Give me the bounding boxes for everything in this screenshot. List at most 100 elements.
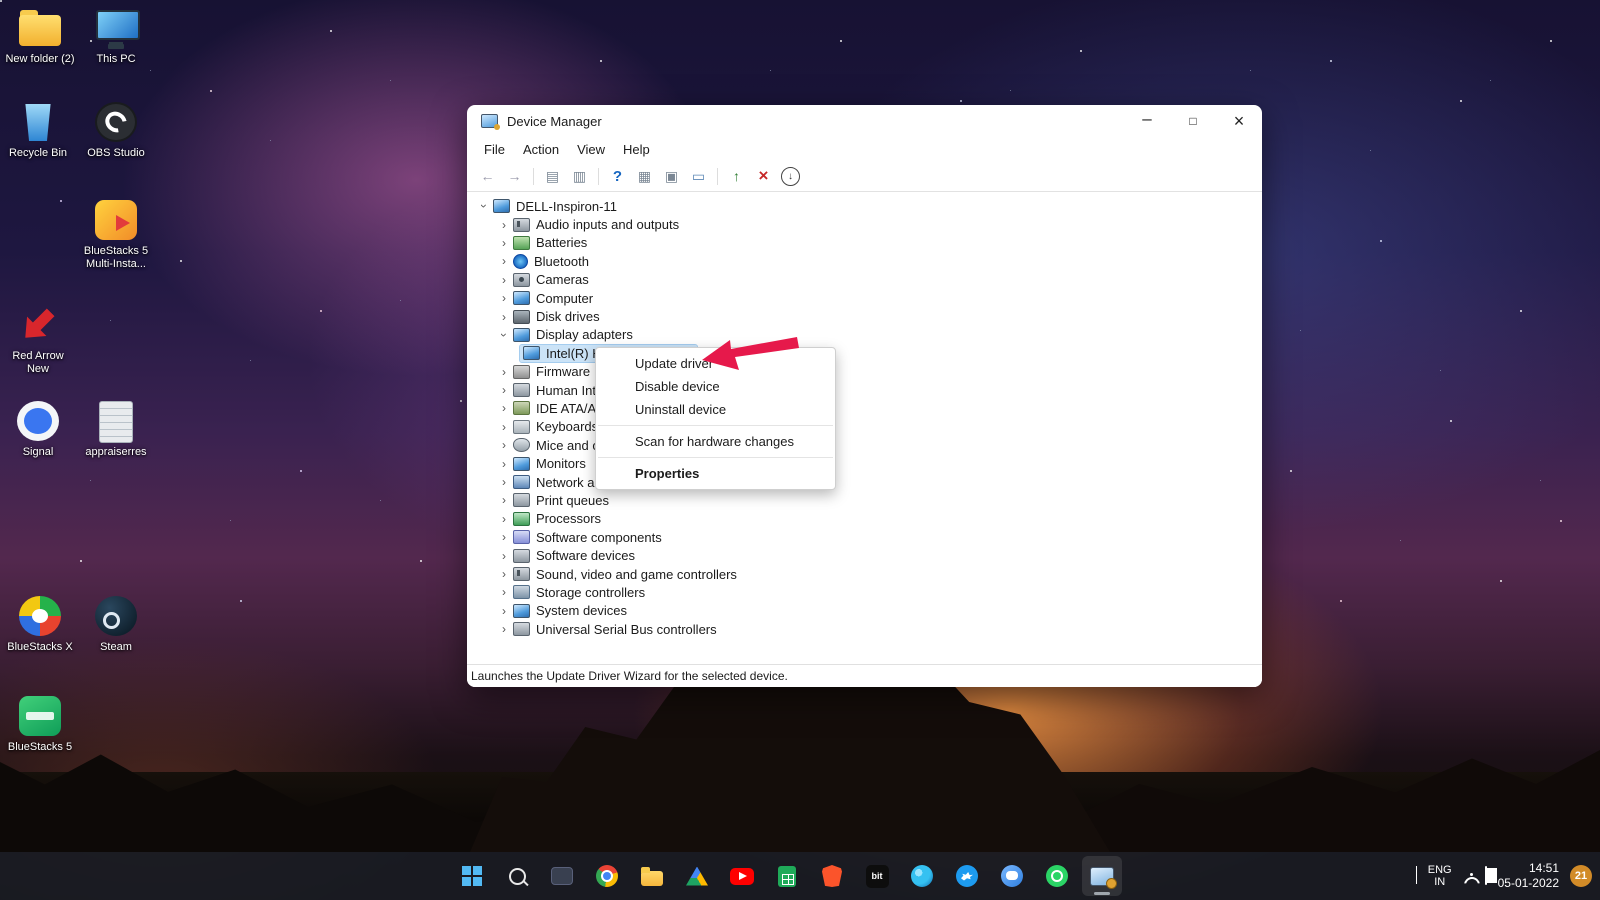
tree-item-bluetooth[interactable]: Bluetooth — [467, 252, 1262, 270]
chevron-right-icon[interactable] — [497, 401, 511, 415]
tree-item-usb-controllers[interactable]: Universal Serial Bus controllers — [467, 620, 1262, 638]
desktop-icon-bluestacks-5[interactable]: BlueStacks 5 — [2, 694, 78, 754]
chrome-button[interactable] — [587, 856, 627, 896]
start-button[interactable] — [452, 856, 492, 896]
tree-item-network-adapters[interactable]: Network adapters — [467, 473, 1262, 491]
tree-item-system-devices[interactable]: System devices — [467, 602, 1262, 620]
brave-button[interactable] — [812, 856, 852, 896]
chevron-right-icon[interactable] — [497, 549, 511, 563]
desktop-icon-steam[interactable]: Steam — [78, 594, 154, 654]
search-button[interactable] — [497, 856, 537, 896]
chevron-right-icon[interactable] — [497, 622, 511, 636]
chevron-right-icon[interactable] — [497, 291, 511, 305]
tree-item-mice[interactable]: Mice and other pointing devices — [467, 436, 1262, 454]
chevron-right-icon[interactable] — [497, 310, 511, 324]
chevron-right-icon[interactable] — [497, 236, 511, 250]
devices-by-type-icon[interactable] — [632, 165, 657, 188]
menu-item-scan-hardware-changes[interactable]: Scan for hardware changes — [596, 430, 835, 453]
chevron-right-icon[interactable] — [497, 585, 511, 599]
menu-action[interactable]: Action — [514, 140, 568, 159]
chevron-right-icon[interactable] — [497, 457, 511, 471]
uninstall-device-icon[interactable] — [751, 165, 776, 188]
chevron-right-icon[interactable] — [497, 475, 511, 489]
battery-button[interactable] — [1484, 866, 1487, 885]
google-drive-button[interactable] — [677, 856, 717, 896]
chevron-right-icon[interactable] — [497, 254, 511, 268]
whatsapp-button[interactable] — [1037, 856, 1077, 896]
desktop-icon-obs-studio[interactable]: OBS Studio — [78, 100, 154, 160]
language-switcher[interactable]: ENG IN — [1428, 864, 1452, 888]
menu-item-uninstall-device[interactable]: Uninstall device — [596, 398, 835, 421]
help-icon[interactable] — [605, 165, 630, 188]
tree-item-keyboards[interactable]: Keyboards — [467, 418, 1262, 436]
menu-view[interactable]: View — [568, 140, 614, 159]
close-button[interactable] — [1216, 105, 1262, 137]
console-tree-icon[interactable] — [540, 165, 565, 188]
chevron-right-icon[interactable] — [497, 512, 511, 526]
disable-device-icon[interactable] — [781, 166, 800, 186]
notification-center-button[interactable]: 21 — [1570, 865, 1592, 887]
chevron-right-icon[interactable] — [497, 567, 511, 581]
desktop-icon-red-arrow-new[interactable]: Red Arrow New — [0, 303, 76, 376]
tree-item-software-components[interactable]: Software components — [467, 528, 1262, 546]
desktop-icon-bluestacks-multi[interactable]: BlueStacks 5 Multi-Insta... — [78, 198, 154, 271]
chevron-right-icon[interactable] — [497, 530, 511, 544]
tree-item-batteries[interactable]: Batteries — [467, 234, 1262, 252]
tree-item-firmware[interactable]: Firmware — [467, 363, 1262, 381]
desktop-icon-recycle-bin[interactable]: Recycle Bin — [0, 100, 76, 160]
forward-icon[interactable] — [502, 165, 527, 188]
tree-item-storage-controllers[interactable]: Storage controllers — [467, 583, 1262, 601]
chevron-down-icon[interactable] — [477, 199, 491, 213]
tree-item-display-adapters[interactable]: Display adapters — [467, 326, 1262, 344]
maximize-button[interactable] — [1170, 105, 1216, 137]
tree-item-intel-hd-graphics[interactable]: Intel(R) HD Graphics 620 — [467, 343, 1262, 363]
tree-item-audio[interactable]: Audio inputs and outputs — [467, 215, 1262, 233]
scan-hardware-changes-icon[interactable] — [659, 165, 684, 188]
tree-root[interactable]: DELL-Inspiron-11 — [467, 197, 1262, 215]
clock[interactable]: 14:51 05-01-2022 — [1498, 861, 1559, 891]
back-icon[interactable] — [475, 165, 500, 188]
tree-item-human-interface-devices[interactable]: Human Interface Devices — [467, 381, 1262, 399]
chevron-right-icon[interactable] — [497, 273, 511, 287]
edge-button[interactable] — [902, 856, 942, 896]
youtube-button[interactable] — [722, 856, 762, 896]
menu-item-properties[interactable]: Properties — [596, 462, 835, 485]
task-view-button[interactable] — [542, 856, 582, 896]
device-manager-taskbar-button[interactable] — [1082, 856, 1122, 896]
chat-button[interactable] — [992, 856, 1032, 896]
tree-item-sound-controllers[interactable]: Sound, video and game controllers — [467, 565, 1262, 583]
chevron-right-icon[interactable] — [497, 604, 511, 618]
tree-item-software-devices[interactable]: Software devices — [467, 546, 1262, 564]
file-explorer-button[interactable] — [632, 856, 672, 896]
tree-item-disk-drives[interactable]: Disk drives — [467, 307, 1262, 325]
minimize-button[interactable] — [1124, 105, 1170, 137]
tree-item-print-queues[interactable]: Print queues — [467, 491, 1262, 509]
tree-item-cameras[interactable]: Cameras — [467, 271, 1262, 289]
update-driver-icon[interactable] — [724, 165, 749, 188]
titlebar[interactable]: Device Manager — [467, 105, 1262, 137]
menu-help[interactable]: Help — [614, 140, 659, 159]
chevron-right-icon[interactable] — [497, 383, 511, 397]
desktop-icon-bluestacks-x[interactable]: BlueStacks X — [2, 594, 78, 654]
desktop-icon-new-folder[interactable]: New folder (2) — [2, 6, 78, 66]
chevron-right-icon[interactable] — [497, 420, 511, 434]
desktop-icon-appraiserres[interactable]: appraiserres — [78, 399, 154, 459]
twitter-button[interactable] — [947, 856, 987, 896]
chevron-right-icon[interactable] — [497, 365, 511, 379]
tree-item-computer[interactable]: Computer — [467, 289, 1262, 307]
tree-item-ide-controllers[interactable]: IDE ATA/ATAPI controllers — [467, 399, 1262, 417]
tray-chevron-up[interactable] — [1415, 866, 1417, 885]
menu-file[interactable]: File — [475, 140, 514, 159]
tree-item-processors[interactable]: Processors — [467, 510, 1262, 528]
menu-item-disable-device[interactable]: Disable device — [596, 375, 835, 398]
monitor-toolbar-icon[interactable] — [686, 165, 711, 188]
chevron-right-icon[interactable] — [497, 493, 511, 507]
chevron-right-icon[interactable] — [497, 218, 511, 232]
sheets-button[interactable] — [767, 856, 807, 896]
desktop-icon-signal[interactable]: Signal — [0, 399, 76, 459]
desktop-icon-this-pc[interactable]: This PC — [78, 6, 154, 66]
export-list-icon[interactable] — [567, 165, 592, 188]
chevron-right-icon[interactable] — [497, 438, 511, 452]
tree-item-monitors[interactable]: Monitors — [467, 454, 1262, 472]
chevron-down-icon[interactable] — [497, 328, 511, 342]
